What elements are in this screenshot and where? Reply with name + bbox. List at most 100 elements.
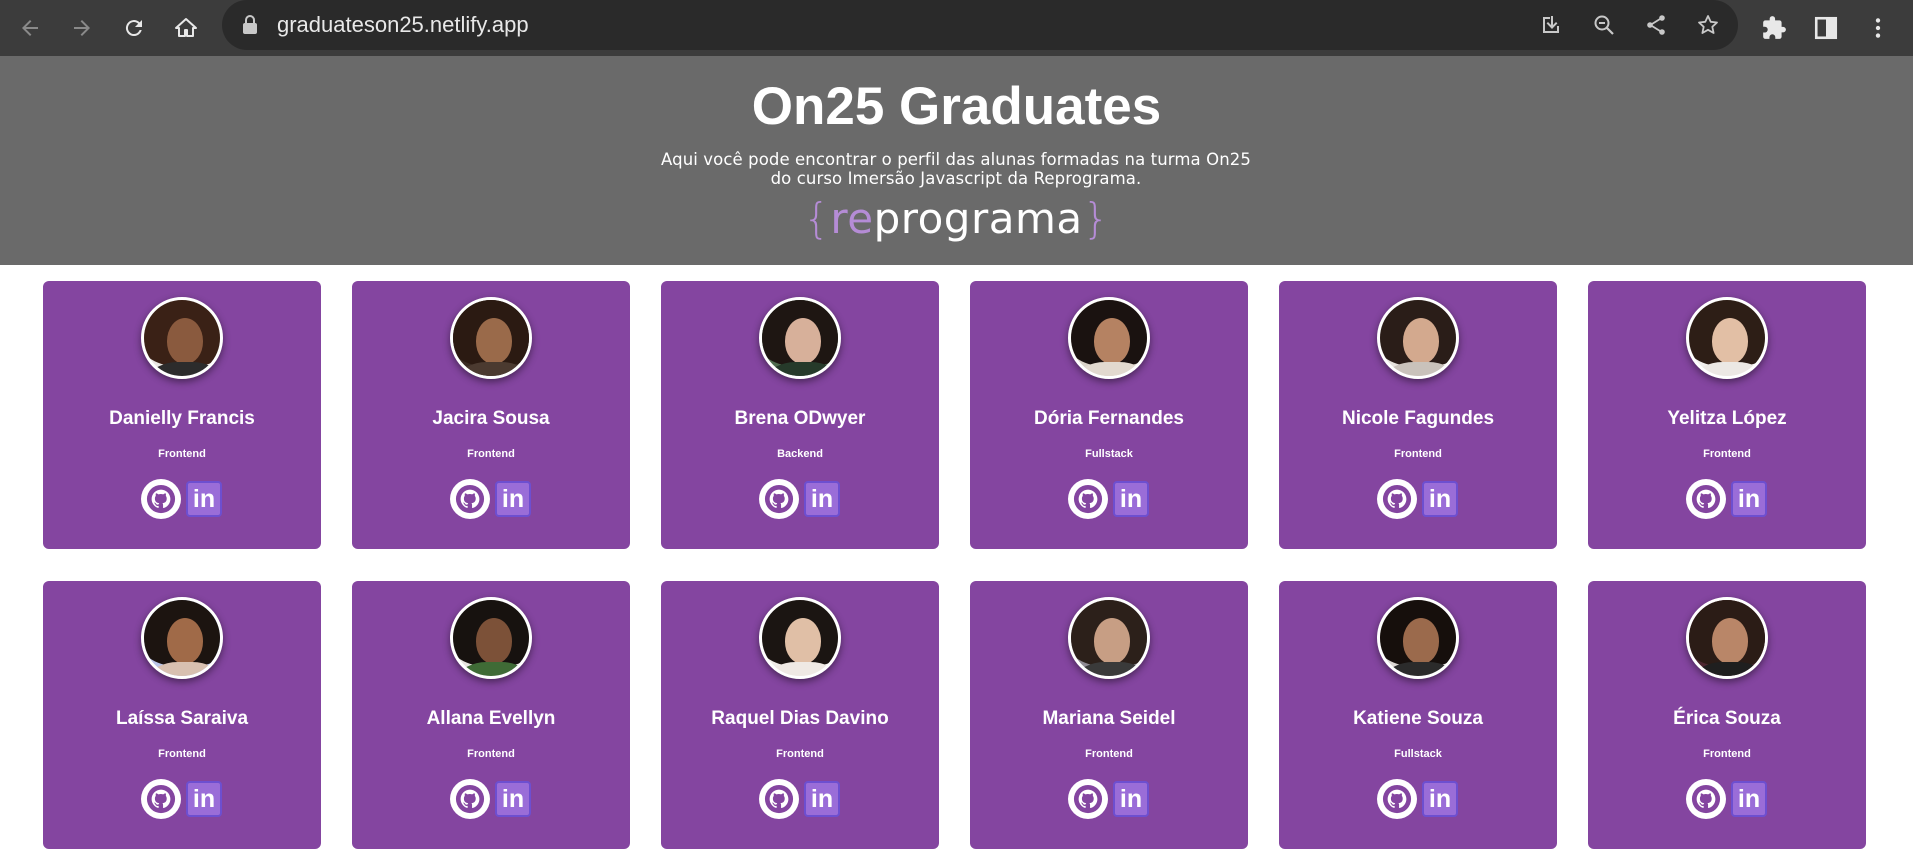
extensions-button[interactable] — [1754, 8, 1794, 48]
avatar-body — [1077, 662, 1147, 676]
github-link[interactable] — [1068, 779, 1108, 819]
github-link[interactable] — [759, 479, 799, 519]
github-link[interactable] — [141, 479, 181, 519]
avatar-body — [459, 362, 529, 376]
side-panel-button[interactable] — [1806, 8, 1846, 48]
arrow-left-icon — [22, 20, 38, 36]
linkedin-link[interactable]: in — [1422, 481, 1458, 517]
page-title: On25 Graduates — [751, 77, 1162, 136]
graduate-name: Brena ODwyer — [734, 408, 866, 429]
graduate-role: Frontend — [776, 748, 824, 760]
avatar-body — [150, 362, 220, 376]
linkedin-icon: in — [192, 784, 216, 813]
linkedin-link[interactable]: in — [495, 481, 531, 517]
install-app-button[interactable] — [1535, 9, 1567, 41]
graduate-name: Mariana Seidel — [1042, 708, 1176, 729]
avatar — [1686, 597, 1768, 679]
zoom-out-icon — [1594, 15, 1614, 35]
linkedin-link[interactable]: in — [1422, 781, 1458, 817]
reload-icon — [125, 20, 142, 37]
share-button[interactable] — [1640, 9, 1672, 41]
avatar-body — [1695, 362, 1765, 376]
avatar-face — [167, 318, 203, 364]
github-link[interactable] — [1068, 479, 1108, 519]
github-icon — [1382, 484, 1412, 514]
linkedin-link[interactable]: in — [804, 481, 840, 517]
graduate-card: Dória Fernandes Fullstack in — [970, 281, 1248, 549]
linkedin-link[interactable]: in — [804, 781, 840, 817]
graduate-card: Érica Souza Frontend in — [1588, 581, 1866, 849]
linkedin-icon: in — [501, 484, 525, 513]
bookmark-button[interactable] — [1692, 9, 1724, 41]
linkedin-link[interactable]: in — [1731, 781, 1767, 817]
github-link[interactable] — [1377, 479, 1417, 519]
avatar-body — [150, 662, 220, 676]
linkedin-icon: in — [192, 484, 216, 513]
linkedin-link[interactable]: in — [1113, 481, 1149, 517]
graduate-card: Allana Evellyn Frontend in — [352, 581, 630, 849]
github-icon — [1073, 484, 1103, 514]
avatar — [759, 597, 841, 679]
subtitle-line-1: Aqui você pode encontrar o perfil das al… — [661, 150, 1251, 169]
linkedin-icon: in — [810, 784, 834, 813]
forward-button[interactable] — [62, 8, 102, 48]
avatar-face — [1403, 618, 1439, 664]
linkedin-link[interactable]: in — [1113, 781, 1149, 817]
side-panel-icon — [1814, 16, 1838, 40]
graduate-role: Frontend — [158, 748, 206, 760]
linkedin-icon: in — [1428, 784, 1452, 813]
linkedin-link[interactable]: in — [1731, 481, 1767, 517]
graduates-grid: Danielly Francis Frontend in Jacira Sous… — [0, 265, 1913, 867]
github-link[interactable] — [1377, 779, 1417, 819]
avatar — [141, 597, 223, 679]
github-icon — [146, 484, 176, 514]
graduate-card: Katiene Souza Fullstack in — [1279, 581, 1557, 849]
zoom-button[interactable] — [1588, 9, 1620, 41]
github-link[interactable] — [759, 779, 799, 819]
avatar-face — [1712, 618, 1748, 664]
avatar — [1377, 297, 1459, 379]
graduate-role: Frontend — [1703, 448, 1751, 460]
linkedin-link[interactable]: in — [495, 781, 531, 817]
avatar — [141, 297, 223, 379]
linkedin-icon: in — [1428, 484, 1452, 513]
github-icon — [1691, 484, 1721, 514]
puzzle-icon — [1763, 16, 1786, 39]
graduate-name: Érica Souza — [1673, 708, 1781, 729]
github-link[interactable] — [1686, 479, 1726, 519]
avatar — [759, 297, 841, 379]
logo-programa: programa — [873, 194, 1083, 243]
reload-button[interactable] — [114, 8, 154, 48]
lock-icon — [243, 15, 257, 34]
graduate-name: Katiene Souza — [1353, 708, 1483, 729]
linkedin-link[interactable]: in — [186, 781, 222, 817]
graduate-role: Frontend — [1085, 748, 1133, 760]
github-link[interactable] — [450, 779, 490, 819]
graduate-role: Fullstack — [1394, 748, 1442, 760]
avatar-body — [1386, 362, 1456, 376]
graduate-name: Danielly Francis — [109, 408, 255, 429]
graduate-card: Jacira Sousa Frontend in — [352, 281, 630, 549]
graduate-card: Yelitza López Frontend in — [1588, 281, 1866, 549]
address-bar[interactable]: graduateson25.netlify.app — [222, 0, 1738, 50]
menu-button[interactable] — [1858, 8, 1898, 48]
graduate-name: Dória Fernandes — [1034, 408, 1184, 429]
graduate-role: Frontend — [467, 448, 515, 460]
github-link[interactable] — [1686, 779, 1726, 819]
avatar-face — [785, 618, 821, 664]
star-icon — [1698, 15, 1718, 34]
back-button[interactable] — [10, 8, 50, 48]
linkedin-link[interactable]: in — [186, 481, 222, 517]
share-icon — [1647, 15, 1665, 35]
avatar-face — [1094, 618, 1130, 664]
reprograma-logo: {reprograma} — [0, 194, 1913, 243]
avatar-body — [768, 662, 838, 676]
arrow-right-icon — [74, 20, 90, 36]
page-subtitle: Aqui você pode encontrar o perfil das al… — [656, 150, 1256, 188]
github-link[interactable] — [450, 479, 490, 519]
github-icon — [764, 484, 794, 514]
github-link[interactable] — [141, 779, 181, 819]
avatar — [450, 597, 532, 679]
url-text[interactable]: graduateson25.netlify.app — [277, 12, 529, 38]
home-button[interactable] — [166, 8, 206, 48]
